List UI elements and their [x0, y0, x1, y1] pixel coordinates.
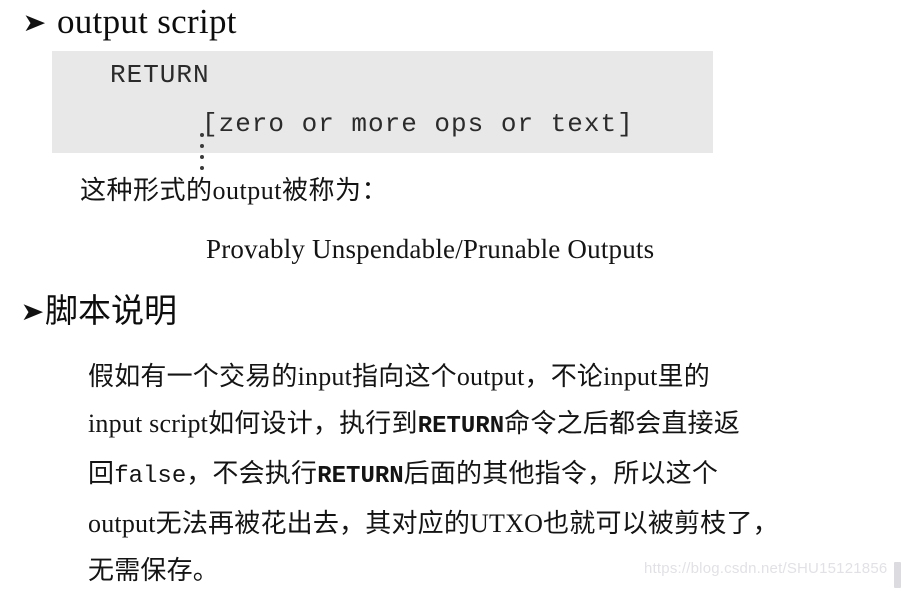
csdn-watermark: https://blog.csdn.net/SHU15121856: [644, 560, 888, 577]
term-line: Provably Unspendable/Prunable Outputs: [206, 234, 655, 264]
paragraph-run: input script如何设计，执行到: [88, 409, 418, 438]
code-block-output-script: RETURN [zero or more ops or text]: [52, 51, 713, 170]
code-line-body: [zero or more ops or text]: [202, 109, 634, 139]
paragraph-line: 回false，不会执行RETURN后面的其他指令，所以这个: [88, 450, 898, 500]
arrow-bullet-icon: ➤: [22, 8, 47, 37]
heading-output-script: ➤ output script: [22, 2, 237, 42]
paragraph-run: 无需保存。: [88, 556, 220, 585]
slide-canvas: ➤ output script RETURN [zero or more ops…: [0, 0, 902, 589]
arrow-bullet-icon: ➤: [20, 297, 45, 326]
paragraph-run: 后面的其他指令，所以这个: [403, 459, 719, 488]
heading-output-script-label: output script: [56, 2, 237, 41]
heading-script-explanation: ➤ 脚本说明: [20, 284, 177, 332]
paragraph-line: output无法再被花出去，其对应的UTXO也就可以被剪枝了，: [88, 500, 898, 547]
paragraph-run: ，不会执行: [186, 459, 318, 488]
paragraph-run: 回: [88, 459, 115, 488]
explanation-paragraph: 假如有一个交易的input指向这个output，不论input里的 input s…: [88, 353, 898, 594]
paragraph-line: 假如有一个交易的input指向这个output，不论input里的: [88, 353, 898, 400]
paragraph-code-run: RETURN: [317, 463, 404, 490]
called-as-line: 这种形式的output被称为：: [80, 176, 388, 205]
code-line-opcode: RETURN: [110, 60, 210, 90]
paragraph-code-run: false: [114, 463, 187, 490]
paragraph-line: input script如何设计，执行到RETURN命令之后都会直接返: [88, 400, 898, 450]
paragraph-run: 命令之后都会直接返: [504, 409, 740, 438]
paragraph-run: output无法再被花出去，其对应的UTXO也就可以被剪枝了，: [88, 509, 779, 538]
scrollbar-thumb[interactable]: [894, 562, 901, 588]
heading-script-explanation-label: 脚本说明: [44, 294, 177, 330]
paragraph-code-run: RETURN: [417, 413, 505, 440]
paragraph-run: 假如有一个交易的input指向这个output，不论input里的: [88, 362, 710, 391]
